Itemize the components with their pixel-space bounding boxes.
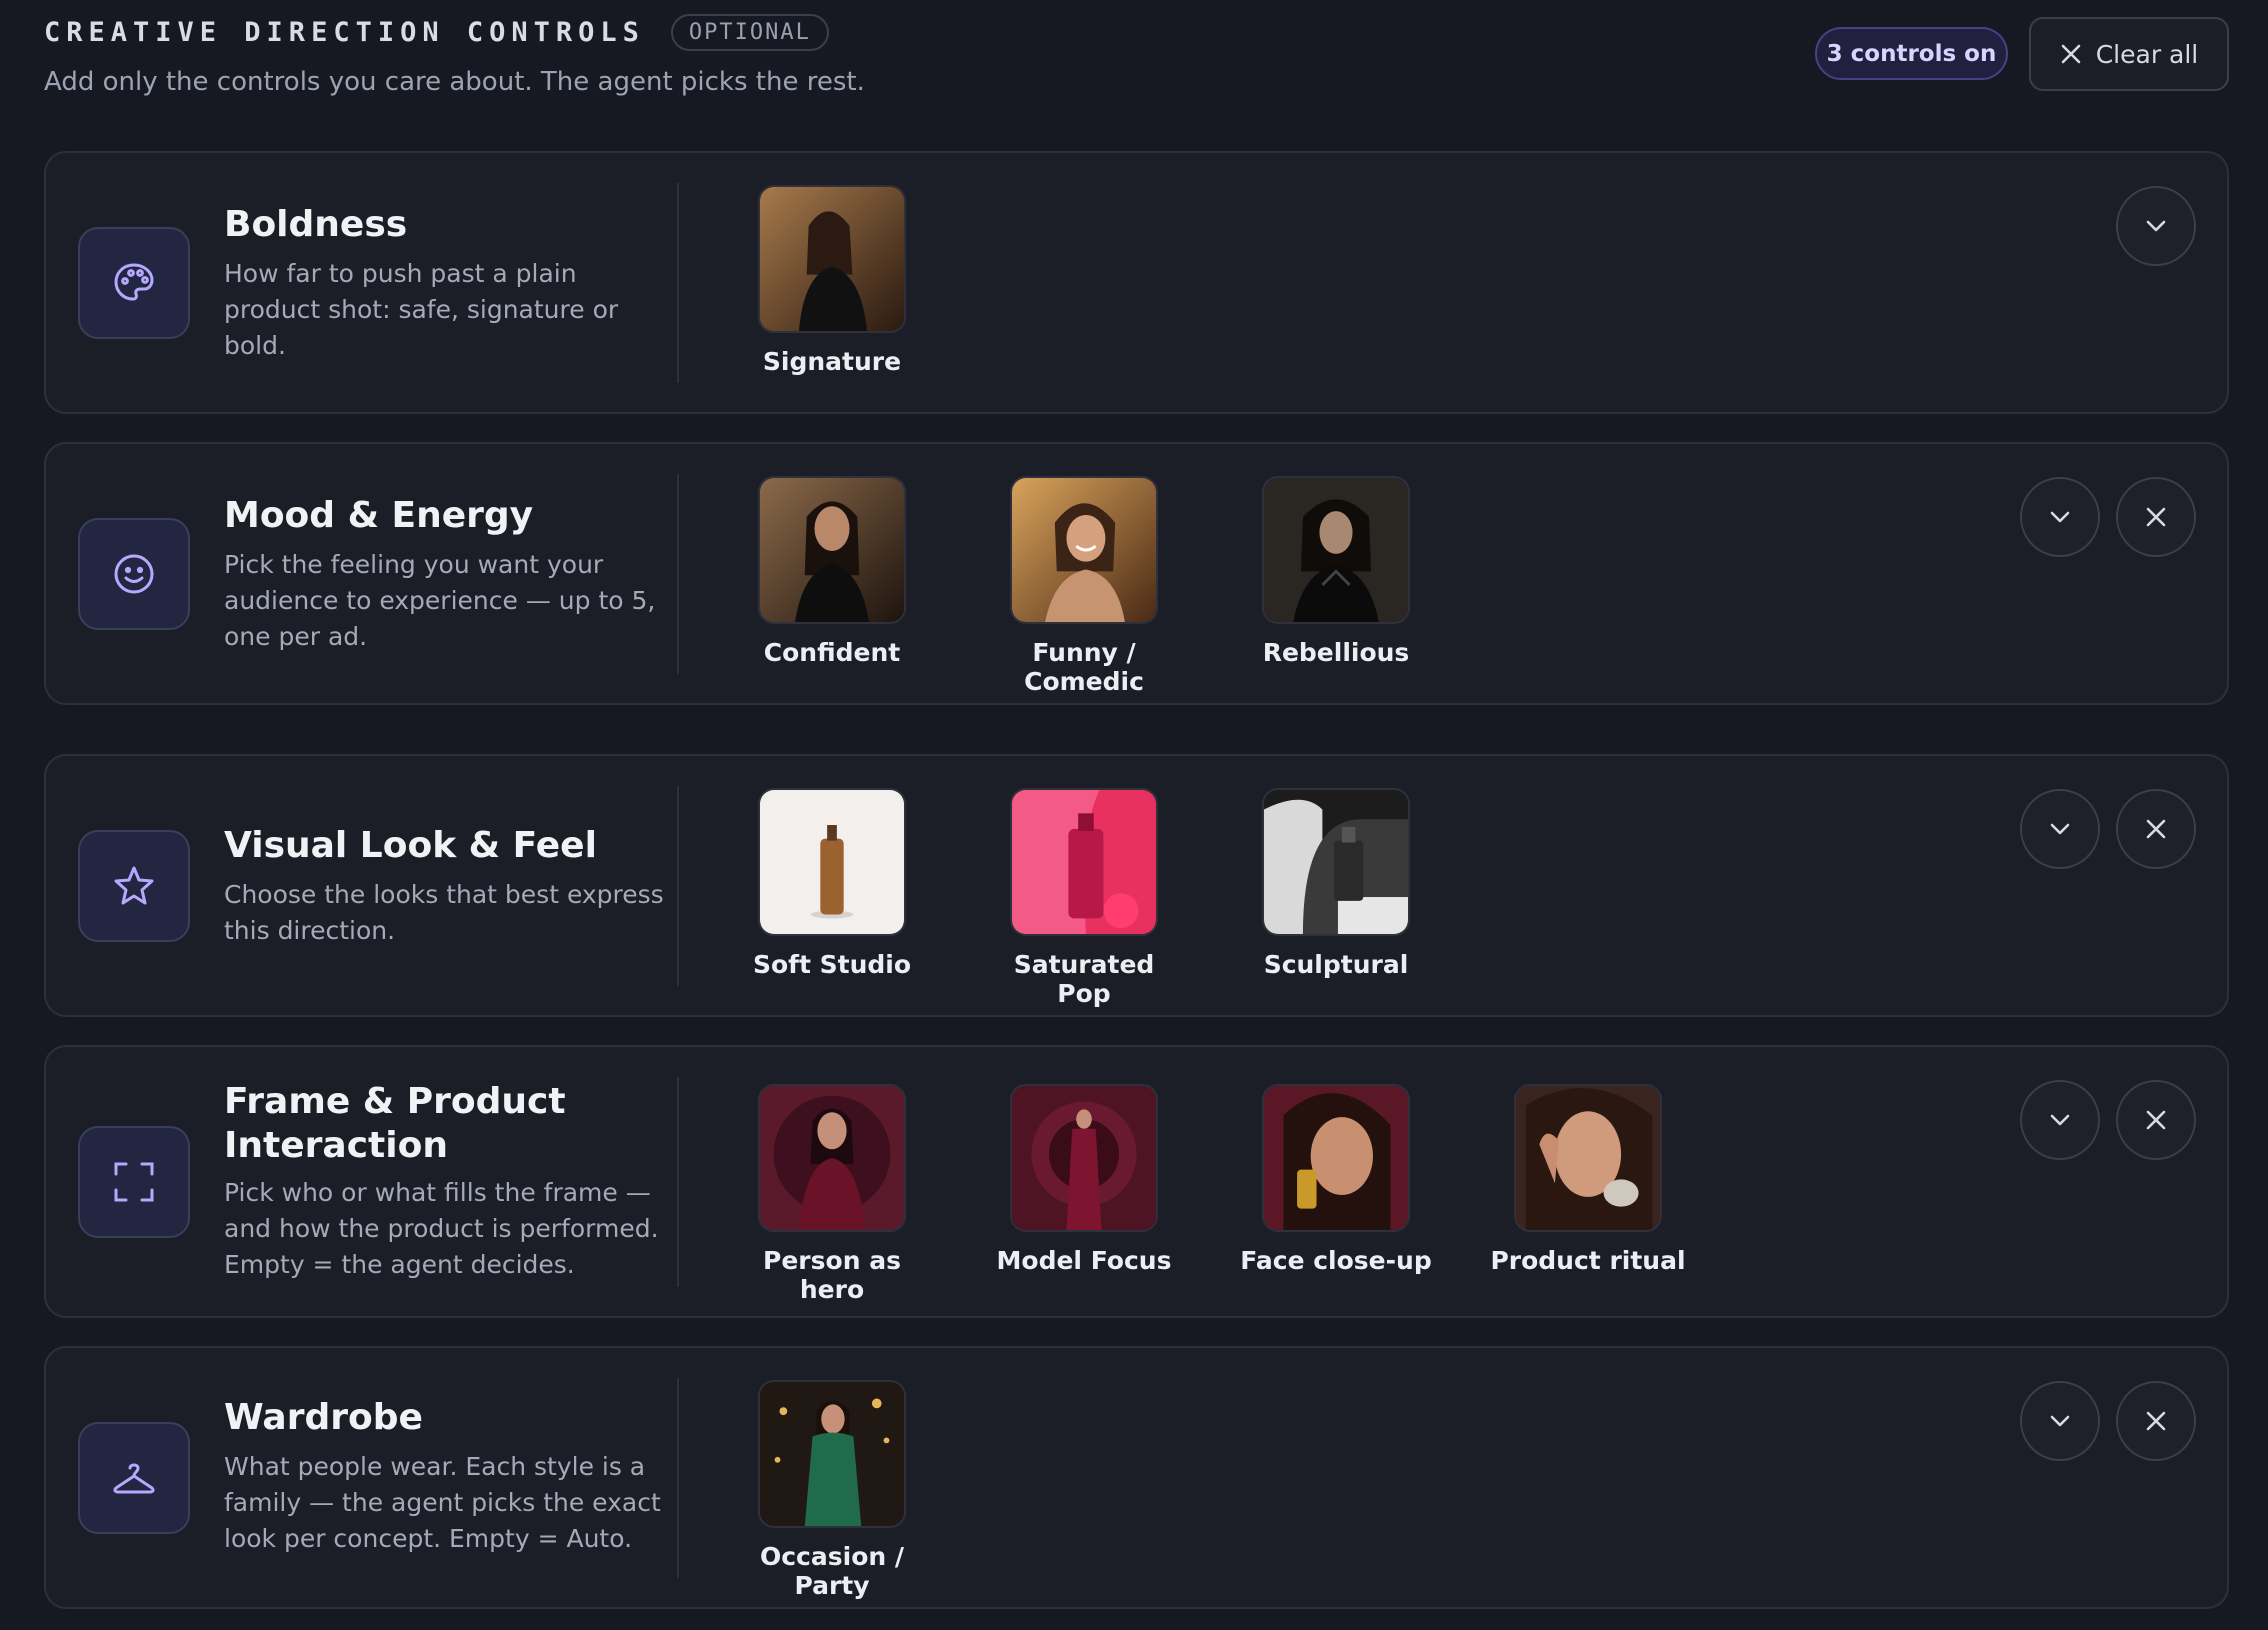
palette-icon — [78, 227, 190, 339]
expand-button[interactable] — [2020, 477, 2100, 557]
card-description: Choose the looks that best express this … — [224, 880, 664, 945]
option-label: Funny / Comedic — [1024, 638, 1144, 696]
option-model-focus[interactable]: Model Focus — [984, 1084, 1184, 1275]
option-label: Saturated Pop — [1013, 950, 1155, 1008]
control-card-boldness: Boldness How far to push past a plain pr… — [44, 151, 2229, 414]
control-card-wardrobe: Wardrobe What people wear. Each style is… — [44, 1346, 2229, 1609]
card-description: Pick who or what fills the frame — and h… — [224, 1178, 659, 1279]
option-thumbnail — [758, 185, 906, 333]
expand-button[interactable] — [2020, 1080, 2100, 1160]
option-label: Signature — [762, 347, 902, 376]
option-thumbnail — [758, 788, 906, 936]
expand-button[interactable] — [2020, 1381, 2100, 1461]
option-thumbnail — [1010, 476, 1158, 624]
remove-control-button[interactable] — [2116, 1381, 2196, 1461]
expand-button[interactable] — [2116, 186, 2196, 266]
option-label: Product ritual — [1490, 1246, 1686, 1275]
divider — [677, 1077, 679, 1287]
optional-badge: OPTIONAL — [670, 14, 829, 51]
remove-control-button[interactable] — [2116, 789, 2196, 869]
option-occasion-party[interactable]: Occasion / Party — [732, 1380, 932, 1600]
option-thumbnail — [1262, 788, 1410, 936]
chevron-down-icon — [2050, 511, 2070, 523]
option-label: Confident — [763, 638, 901, 667]
clear-all-label: Clear all — [2095, 39, 2199, 69]
clear-all-button[interactable]: Clear all — [2029, 17, 2229, 91]
frame-icon — [78, 1126, 190, 1238]
option-thumbnail — [758, 1084, 906, 1232]
card-description: What people wear. Each style is a family… — [224, 1452, 661, 1553]
card-title: Frame & Product Interaction — [224, 1081, 566, 1166]
page-title: CREATIVE DIRECTION CONTROLS — [44, 17, 645, 48]
option-label: Sculptural — [1263, 950, 1409, 979]
option-person-as-hero[interactable]: Person as hero — [732, 1084, 932, 1304]
card-description: Pick the feeling you want your audience … — [224, 550, 656, 651]
option-face-close-up[interactable]: Face close-up — [1236, 1084, 1436, 1275]
divider — [677, 183, 679, 383]
divider — [677, 786, 679, 986]
chevron-down-icon — [2050, 823, 2070, 835]
option-label: Rebellious — [1262, 638, 1410, 667]
chevron-down-icon — [2146, 220, 2166, 232]
option-label: Soft Studio — [752, 950, 912, 979]
option-confident[interactable]: Confident — [732, 476, 932, 667]
option-thumbnail — [1262, 476, 1410, 624]
expand-button[interactable] — [2020, 789, 2100, 869]
close-icon — [2146, 819, 2166, 839]
option-label: Model Focus — [996, 1246, 1172, 1275]
close-icon — [2061, 44, 2081, 64]
remove-control-button[interactable] — [2116, 1080, 2196, 1160]
option-soft-studio[interactable]: Soft Studio — [732, 788, 932, 979]
option-thumbnail — [1514, 1084, 1662, 1232]
option-thumbnail — [1010, 788, 1158, 936]
hanger-icon — [78, 1422, 190, 1534]
option-signature[interactable]: Signature — [732, 185, 932, 376]
smile-icon — [78, 518, 190, 630]
close-icon — [2146, 1110, 2166, 1130]
close-icon — [2146, 1411, 2166, 1431]
option-saturated-pop[interactable]: Saturated Pop — [984, 788, 1184, 1008]
card-title: Wardrobe — [224, 1397, 423, 1438]
control-card-frame-product-interaction: Frame & Product Interaction Pick who or … — [44, 1045, 2229, 1318]
option-sculptural[interactable]: Sculptural — [1236, 788, 1436, 979]
remove-control-button[interactable] — [2116, 477, 2196, 557]
option-label: Face close-up — [1240, 1246, 1432, 1275]
star-icon — [78, 830, 190, 942]
divider — [677, 474, 679, 674]
option-product-ritual[interactable]: Product ritual — [1488, 1084, 1688, 1275]
option-thumbnail — [758, 476, 906, 624]
option-thumbnail — [1010, 1084, 1158, 1232]
option-rebellious[interactable]: Rebellious — [1236, 476, 1436, 667]
control-card-visual-look-feel: Visual Look & Feel Choose the looks that… — [44, 754, 2229, 1017]
chevron-down-icon — [2050, 1415, 2070, 1427]
option-funny-comedic[interactable]: Funny / Comedic — [984, 476, 1184, 696]
controls-on-badge: 3 controls on — [1815, 27, 2008, 80]
close-icon — [2146, 507, 2166, 527]
option-thumbnail — [758, 1380, 906, 1528]
option-label: Person as hero — [763, 1246, 901, 1304]
card-description: How far to push past a plain product sho… — [224, 259, 619, 360]
card-title: Boldness — [224, 204, 408, 245]
divider — [677, 1378, 679, 1578]
control-card-mood-energy: Mood & Energy Pick the feeling you want … — [44, 442, 2229, 705]
option-label: Occasion / Party — [759, 1542, 905, 1600]
chevron-down-icon — [2050, 1114, 2070, 1126]
option-thumbnail — [1262, 1084, 1410, 1232]
card-title: Mood & Energy — [224, 495, 534, 536]
card-title: Visual Look & Feel — [224, 825, 597, 866]
